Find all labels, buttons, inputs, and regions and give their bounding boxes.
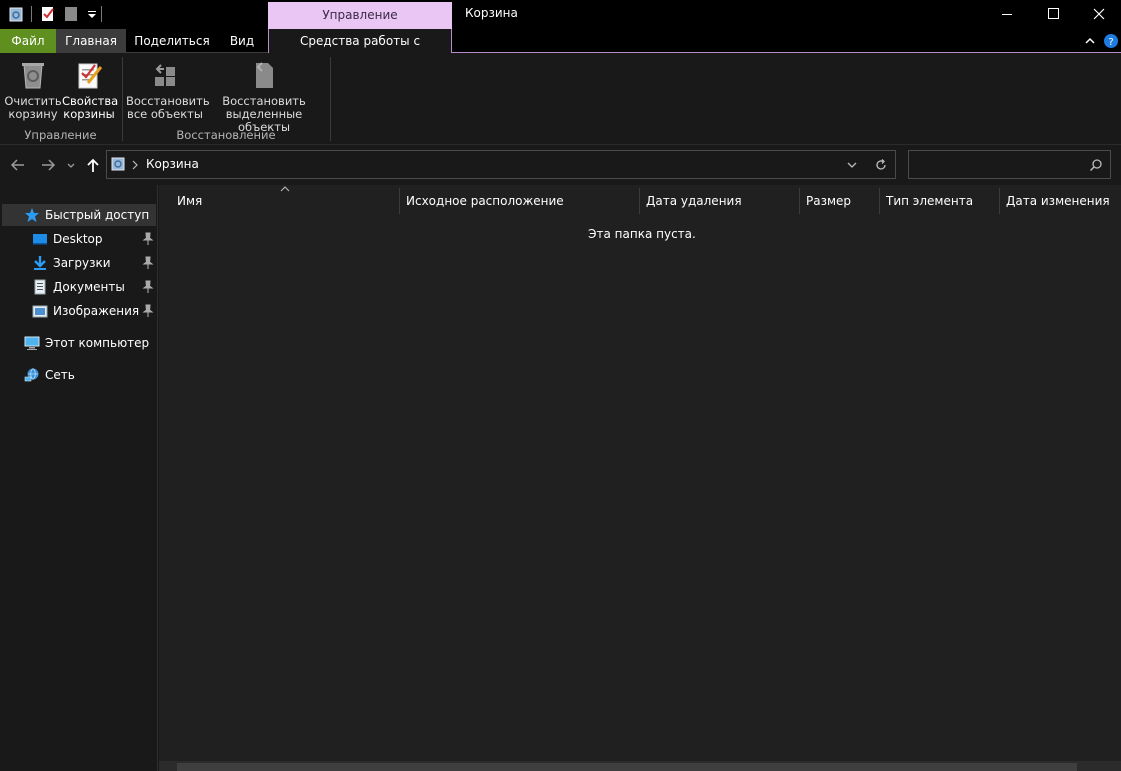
desktop-icon xyxy=(33,234,47,245)
column-header-date-modified[interactable]: Дата изменения xyxy=(1000,188,1121,214)
sidebar-label: Этот компьютер xyxy=(45,336,150,350)
chevron-down-icon[interactable] xyxy=(845,158,859,172)
restore-all-label-1: Восстановить xyxy=(126,94,210,108)
tab-view[interactable]: Вид xyxy=(220,29,264,53)
customize-toolbar-icon[interactable] xyxy=(84,6,100,22)
sidebar-label: Документы xyxy=(53,280,125,294)
maximize-button[interactable] xyxy=(1030,0,1076,29)
refresh-icon[interactable] xyxy=(874,158,888,172)
back-button[interactable] xyxy=(9,156,27,174)
empty-bin-label-1: Очистить xyxy=(4,94,62,108)
group-label-manage: Управление xyxy=(24,128,97,142)
column-header-item-type[interactable]: Тип элемента xyxy=(880,188,1000,214)
horizontal-scrollbar[interactable] xyxy=(159,761,1121,771)
pin-icon xyxy=(142,304,154,317)
collapse-ribbon-icon[interactable] xyxy=(1083,34,1097,48)
empty-bin-label-2: корзину xyxy=(8,107,58,121)
download-icon xyxy=(34,256,46,270)
sidebar-item-pictures[interactable]: Изображения xyxy=(0,300,158,322)
recycle-bin-properties-button[interactable]: Свойства корзины xyxy=(62,59,119,121)
sidebar-label: Сеть xyxy=(45,368,75,382)
breadcrumb-chevron-icon xyxy=(132,160,138,170)
sidebar-item-quick-access[interactable]: Быстрый доступ xyxy=(2,204,156,226)
restore-selected-label-1: Восстановить xyxy=(222,94,306,108)
address-bar[interactable]: Корзина xyxy=(106,150,896,179)
sidebar-item-downloads[interactable]: Загрузки xyxy=(0,252,158,274)
column-header-date-deleted[interactable]: Дата удаления xyxy=(640,188,800,214)
documents-icon xyxy=(34,279,46,295)
tab-home[interactable]: Главная xyxy=(56,29,126,53)
computer-icon xyxy=(24,336,40,350)
pin-icon xyxy=(142,232,154,245)
restore-selected-button[interactable]: Восстановить выделенные объекты xyxy=(204,59,324,134)
sidebar-label: Загрузки xyxy=(53,256,111,270)
ribbon-body: Очистить корзину Свойства корзины Управл… xyxy=(0,53,1121,145)
minimize-button[interactable] xyxy=(984,0,1030,29)
close-button[interactable] xyxy=(1075,0,1121,29)
pin-icon xyxy=(142,280,154,293)
svg-text:?: ? xyxy=(1108,37,1113,48)
tab-recycle-bin-tools[interactable]: Средства работы с корзиной xyxy=(268,29,452,72)
restore-all-button[interactable]: Восстановить все объекты xyxy=(126,59,210,121)
recycle-bin-icon xyxy=(22,63,44,89)
breadcrumb-recycle-bin[interactable]: Корзина xyxy=(146,157,199,171)
search-icon[interactable] xyxy=(1089,158,1103,172)
restore-all-label-2: все объекты xyxy=(127,107,203,121)
empty-folder-message: Эта папка пуста. xyxy=(588,227,696,241)
properties-label-2: корзины xyxy=(63,107,115,121)
restore-all-icon xyxy=(155,64,175,86)
sidebar-label: Изображения xyxy=(53,304,140,318)
properties-icon xyxy=(78,63,103,89)
recycle-bin-icon xyxy=(111,157,125,171)
column-header-size[interactable]: Размер xyxy=(800,188,880,214)
column-header-original-location[interactable]: Исходное расположение xyxy=(400,188,640,214)
properties-icon[interactable] xyxy=(40,6,56,22)
context-tab-header: Управление xyxy=(268,2,452,29)
window-title: Корзина xyxy=(465,6,518,20)
search-input[interactable] xyxy=(908,150,1111,179)
sidebar-item-this-pc[interactable]: Этот компьютер xyxy=(0,332,158,354)
file-list: Имя Исходное расположение Дата удаления … xyxy=(159,185,1121,771)
navigation-bar: Корзина xyxy=(0,145,1121,185)
up-button[interactable] xyxy=(84,156,102,174)
forward-button[interactable] xyxy=(39,156,57,174)
empty-recycle-bin-button[interactable]: Очистить корзину xyxy=(4,59,62,121)
tab-share[interactable]: Поделиться xyxy=(130,29,214,53)
tab-file[interactable]: Файл xyxy=(0,29,56,53)
column-header-name[interactable]: Имя xyxy=(171,188,400,214)
navigation-pane: Быстрый доступ Desktop Загрузки Документ… xyxy=(0,185,158,771)
sidebar-item-desktop[interactable]: Desktop xyxy=(0,228,158,250)
recent-locations-button[interactable] xyxy=(64,156,78,174)
sidebar-item-documents[interactable]: Документы xyxy=(0,276,158,298)
pictures-icon xyxy=(32,305,48,318)
star-icon xyxy=(25,208,39,222)
group-label-restore: Восстановление xyxy=(176,128,276,142)
recycle-bin-icon xyxy=(9,7,23,22)
scrollbar-thumb[interactable] xyxy=(177,763,1077,771)
help-icon[interactable]: ? xyxy=(1103,33,1119,49)
sidebar-label: Быстрый доступ xyxy=(45,208,150,222)
new-folder-icon[interactable] xyxy=(63,6,79,22)
pin-icon xyxy=(142,256,154,269)
properties-label-1: Свойства xyxy=(62,94,119,108)
network-icon xyxy=(24,368,39,382)
sidebar-item-network[interactable]: Сеть xyxy=(0,364,158,386)
title-bar: Управление Корзина xyxy=(0,0,1121,29)
restore-selected-icon xyxy=(256,62,273,88)
sidebar-label: Desktop xyxy=(53,232,103,246)
ribbon-tabs: Файл Главная Поделиться Вид Средства раб… xyxy=(0,29,1121,72)
